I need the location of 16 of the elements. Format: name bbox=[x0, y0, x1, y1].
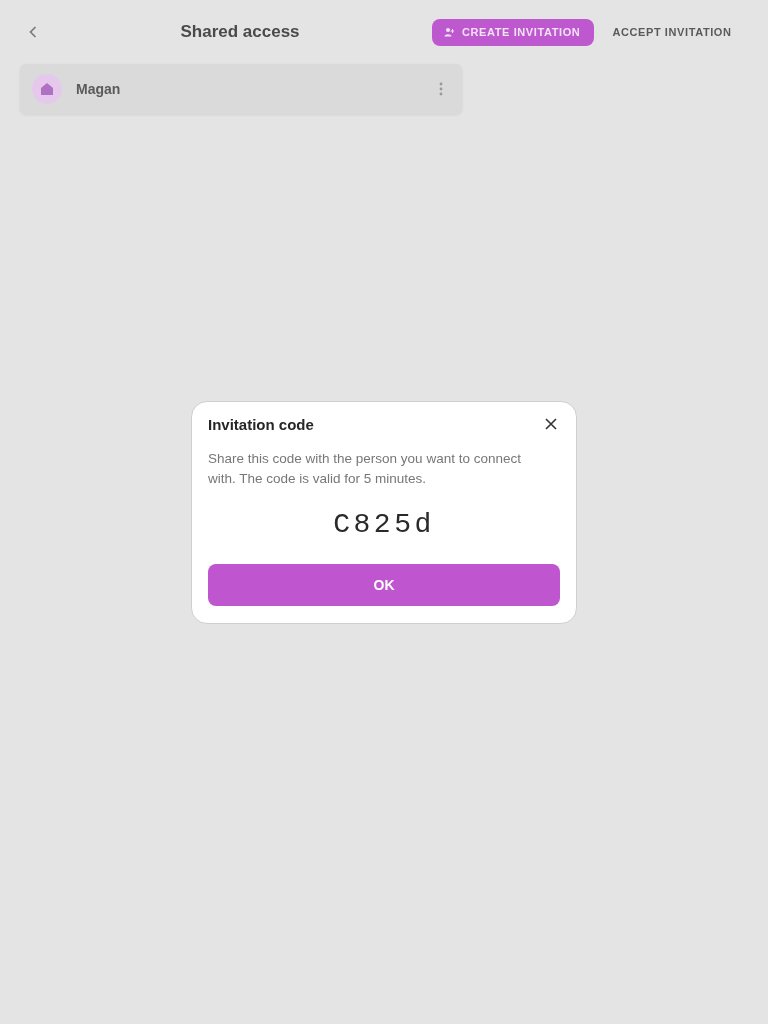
vertical-dots-icon bbox=[438, 81, 444, 97]
close-button[interactable] bbox=[544, 417, 558, 431]
more-options-button[interactable] bbox=[438, 81, 444, 97]
create-invitation-button[interactable]: CREATE INVITATION bbox=[432, 18, 595, 46]
ok-button[interactable]: OK bbox=[208, 563, 560, 606]
close-icon bbox=[544, 417, 558, 431]
house-icon bbox=[32, 74, 62, 104]
chevron-left-icon bbox=[29, 26, 37, 38]
person-add-icon bbox=[444, 27, 454, 37]
page-title: Shared access bbox=[180, 22, 300, 42]
dialog-message: Share this code with the person you want to connect with. The code is valid for 5 minutes. bbox=[208, 449, 522, 488]
invitation-code: C825d bbox=[333, 507, 435, 542]
accept-invitation-button[interactable]: ACCEPT INVITATION bbox=[608, 18, 736, 46]
member-name: Magan bbox=[76, 81, 122, 97]
member-row[interactable]: Magan bbox=[20, 64, 462, 114]
dialog-title: Invitation code bbox=[208, 415, 314, 433]
